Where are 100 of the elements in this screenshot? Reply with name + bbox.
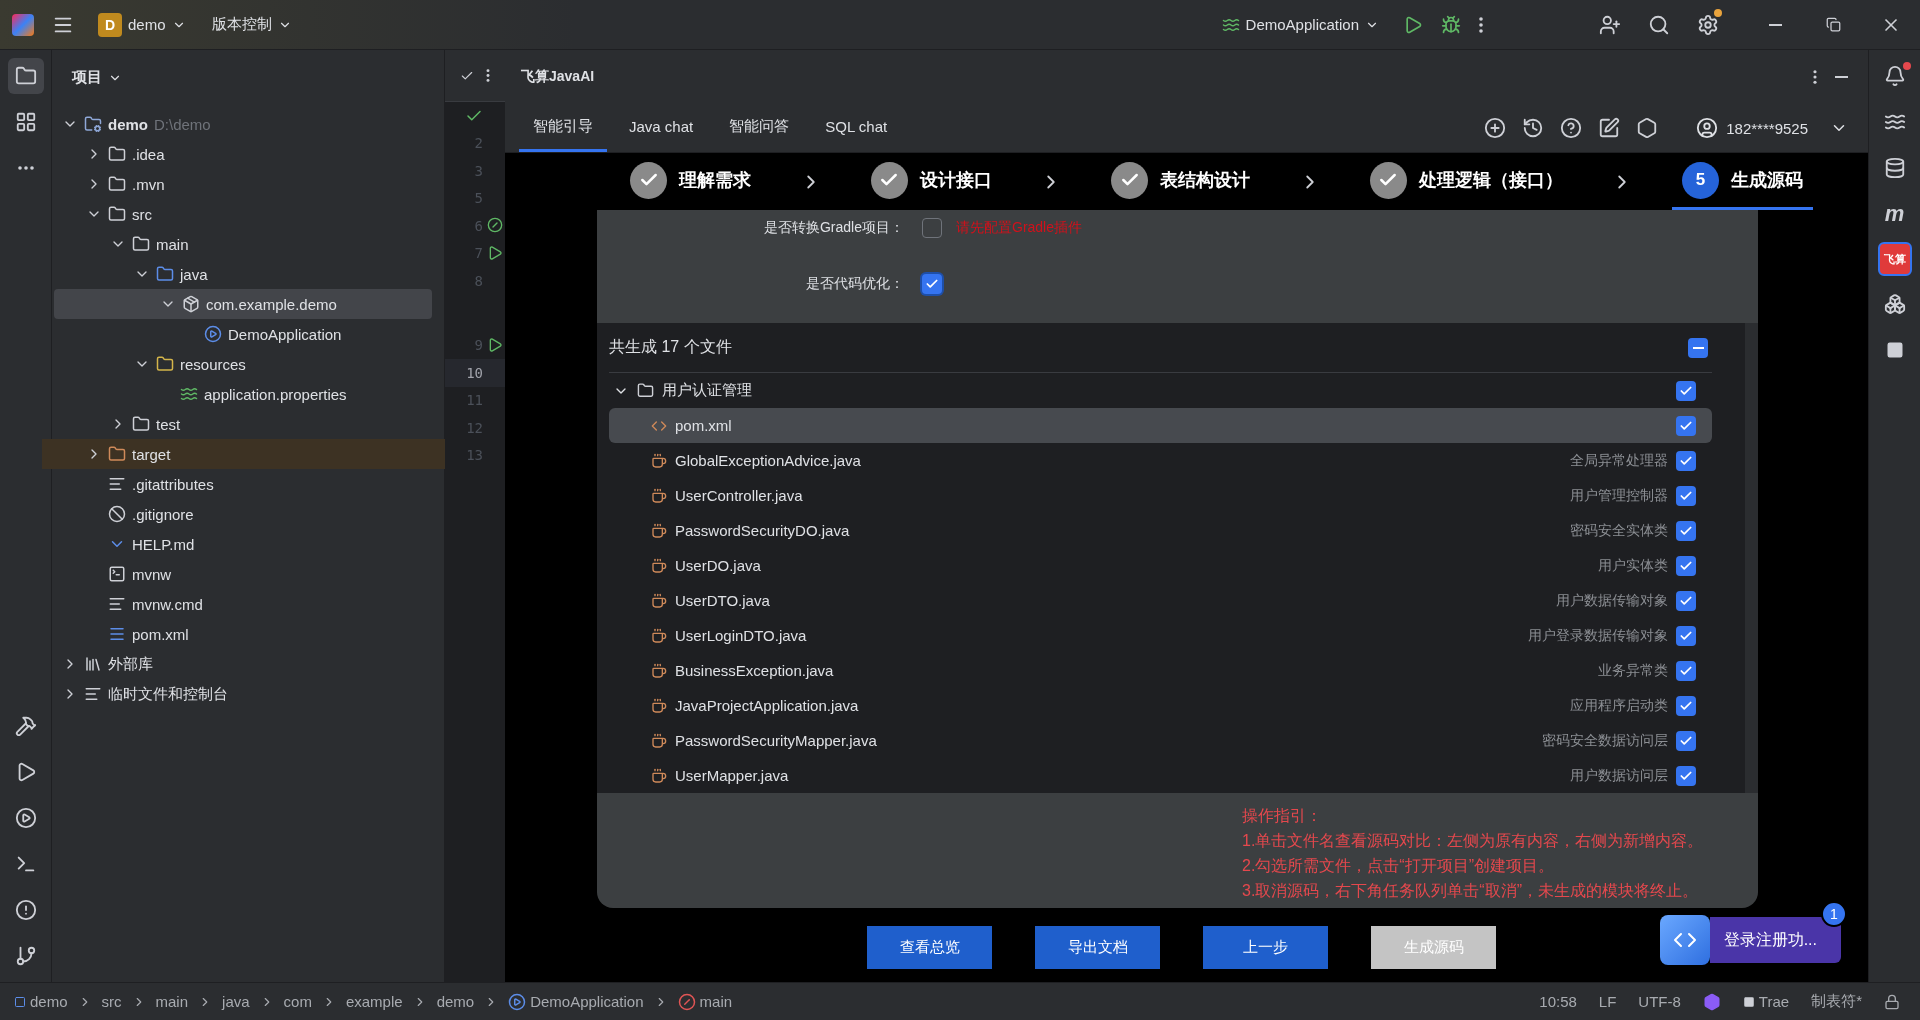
tree-item[interactable]: resources	[42, 349, 445, 379]
project-selector[interactable]: D demo	[92, 8, 192, 41]
restore-icon	[1825, 17, 1841, 32]
cup-icon	[651, 767, 667, 784]
ignore-file-icon	[108, 505, 126, 523]
checkbox[interactable]	[1688, 337, 1708, 358]
tree-item[interactable]: test	[42, 409, 445, 439]
tree-item[interactable]: HELP.md	[42, 529, 445, 559]
tree-item[interactable]: src	[42, 199, 445, 229]
folder-icon	[132, 415, 150, 433]
checkbox[interactable]	[1676, 625, 1696, 646]
file-row[interactable]: PasswordSecurityMapper.java 密码安全数据访问层	[609, 723, 1712, 758]
breadcrumb[interactable]: src	[101, 993, 122, 1010]
checkbox[interactable]	[922, 274, 942, 294]
breadcrumb[interactable]: example	[345, 993, 403, 1010]
step[interactable]: 表结构设计	[1101, 153, 1260, 210]
file-row[interactable]: JavaProjectApplication.java 应用程序启动类	[609, 688, 1712, 723]
breadcrumb[interactable]: demo	[14, 993, 68, 1010]
guide-text: 操作指引：	[1242, 806, 1322, 826]
checkbox[interactable]	[1676, 380, 1696, 401]
cursor-position[interactable]: 10:58	[1533, 993, 1583, 1010]
file-row[interactable]: BusinessException.java 业务异常类	[609, 653, 1712, 688]
tree-item[interactable]: demo D:\demo	[42, 109, 445, 139]
file-row[interactable]: pom.xml	[609, 408, 1712, 443]
cup-icon	[651, 732, 667, 749]
checkbox[interactable]	[1676, 695, 1696, 716]
assistant-widget[interactable]: Trae	[1736, 993, 1796, 1010]
file-row[interactable]: PasswordSecurityDO.java 密码安全实体类	[609, 513, 1712, 548]
project-button[interactable]	[7, 58, 44, 94]
class-icon	[204, 325, 222, 343]
breadcrumb[interactable]: main	[677, 992, 733, 1011]
tree-item[interactable]: .idea	[42, 139, 445, 169]
boxes-icon	[1883, 293, 1906, 315]
panel-title: 飞算JavaAI	[521, 68, 595, 86]
more-icon	[16, 166, 35, 170]
tree-item[interactable]: .gitattributes	[42, 469, 445, 499]
checkbox[interactable]	[1676, 660, 1696, 681]
file-row[interactable]: UserDTO.java 用户数据传输对象	[609, 583, 1712, 618]
breadcrumb[interactable]: demo	[436, 993, 475, 1010]
indent-setting[interactable]: 制表符*	[1805, 992, 1868, 1011]
checkbox[interactable]	[922, 217, 942, 238]
vcs-menu[interactable]: 版本控制	[205, 11, 298, 38]
action-button[interactable]: 上一步	[1203, 926, 1328, 969]
tree-item[interactable]: mvnw	[42, 559, 445, 589]
checkbox[interactable]	[1676, 765, 1696, 786]
file-row[interactable]: UserController.java 用户管理控制器	[609, 478, 1712, 513]
file-row[interactable]: GlobalExceptionAdvice.java 全局异常处理器	[609, 443, 1712, 478]
checkbox[interactable]	[1676, 415, 1696, 436]
tab[interactable]: Java chat	[615, 104, 708, 152]
search-icon	[1647, 13, 1670, 36]
file-row[interactable]: UserMapper.java 用户数据访问层	[609, 758, 1712, 793]
line-ending[interactable]: LF	[1592, 993, 1623, 1010]
more-icon	[486, 69, 490, 82]
folder-icon	[108, 445, 126, 463]
tree-item[interactable]: mvnw.cmd	[42, 589, 445, 619]
git-branch-icon	[14, 945, 37, 967]
maven-button[interactable]: m	[1876, 196, 1913, 232]
step[interactable]: 理解需求	[620, 153, 761, 210]
step[interactable]: 设计接口	[860, 153, 1002, 210]
breadcrumb[interactable]: main	[155, 993, 189, 1010]
tree-item[interactable]: com.example.demo	[54, 289, 432, 319]
tree-item[interactable]: target	[42, 439, 445, 469]
action-button[interactable]: 查看总览	[867, 926, 992, 969]
plugin-button[interactable]: 飞算	[1877, 242, 1912, 276]
breadcrumb[interactable]: java	[222, 993, 250, 1010]
breadcrumb[interactable]: DemoApplication	[508, 992, 644, 1011]
file-row[interactable]: UserDO.java 用户实体类	[609, 548, 1712, 583]
tab[interactable]: 智能问答	[715, 104, 804, 152]
tree-item[interactable]: 临时文件和控制台	[42, 679, 445, 709]
checkbox[interactable]	[1676, 450, 1696, 471]
tree-item[interactable]: .gitignore	[42, 499, 445, 529]
encoding[interactable]: UTF-8	[1632, 993, 1687, 1010]
structure-icon	[14, 111, 37, 133]
notice-dot	[1714, 8, 1722, 17]
tab[interactable]: SQL chat	[811, 104, 902, 152]
project-view-selector[interactable]: 项目	[66, 67, 128, 88]
folder-row[interactable]: 用户认证管理	[609, 373, 1712, 408]
checkbox[interactable]	[1676, 485, 1696, 506]
step[interactable]: 处理逻辑（接口）	[1359, 153, 1573, 210]
breadcrumb[interactable]: com	[283, 993, 312, 1010]
file-row[interactable]: UserLoginDTO.java 用户登录数据传输对象	[609, 618, 1712, 653]
checkbox[interactable]	[1676, 590, 1696, 611]
run-config-selector[interactable]: DemoApplication	[1215, 11, 1385, 38]
checkbox[interactable]	[1676, 555, 1696, 576]
code-icon[interactable]	[1659, 915, 1710, 965]
edit-icon	[1598, 117, 1621, 139]
checkbox[interactable]	[1676, 520, 1696, 541]
account-menu[interactable]: 182****9525	[1690, 116, 1854, 140]
checkbox[interactable]	[1676, 730, 1696, 751]
action-button[interactable]: 导出文档	[1035, 926, 1160, 969]
tree-item[interactable]: main	[42, 229, 445, 259]
square-icon	[1742, 995, 1755, 1008]
tree-item[interactable]: .mvn	[42, 169, 445, 199]
module-folder-icon	[84, 115, 102, 133]
tree-item[interactable]: java	[42, 259, 445, 289]
tree-item[interactable]: application.properties	[42, 379, 445, 409]
tree-item[interactable]: DemoApplication	[42, 319, 445, 349]
tree-item[interactable]: pom.xml	[42, 619, 445, 649]
tree-item[interactable]: 外部库	[42, 649, 445, 679]
cup-icon	[651, 627, 667, 644]
